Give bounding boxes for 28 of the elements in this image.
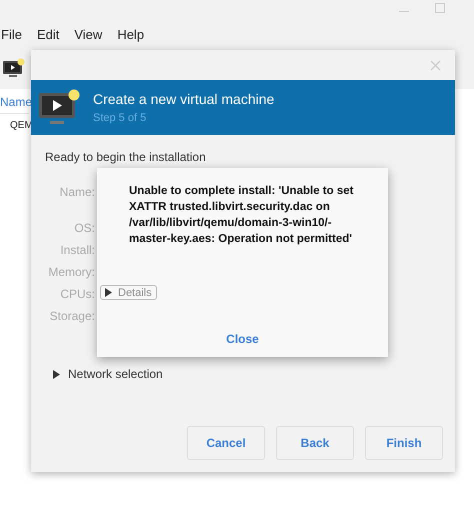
field-label: CPUs:	[60, 287, 95, 301]
field-label: Name:	[60, 185, 95, 199]
menu-item[interactable]: File	[1, 26, 22, 42]
error-message: Unable to complete install: 'Unable to set XATTR trusted.libvirt.security.dac on /var/lib/libvirt/qemu/domain-3-win10/-master-key.aes: Operation not permitted'	[128, 184, 354, 247]
menu-item[interactable]: Help	[117, 26, 144, 42]
network-expander[interactable]: Network selection	[53, 367, 443, 381]
dialog-button[interactable]: Back	[276, 426, 354, 460]
menu-item[interactable]: Edit	[36, 26, 60, 42]
expander-arrow-icon	[105, 288, 112, 297]
wizard-title: Create a new virtual machine	[93, 91, 274, 107]
dialog-button[interactable]: Finish	[365, 426, 443, 460]
maximize-icon[interactable]	[435, 3, 445, 13]
monitor-icon	[39, 88, 81, 126]
minimize-icon[interactable]	[399, 11, 409, 12]
field-label: OS:	[74, 221, 95, 235]
menu-item[interactable]: View	[74, 26, 102, 42]
dialog-button[interactable]: Cancel	[187, 426, 265, 460]
expander-arrow-icon	[53, 370, 60, 378]
close-icon[interactable]	[430, 60, 441, 70]
field-label: Storage:	[50, 309, 95, 323]
page-heading: Ready to begin the installation	[45, 150, 207, 164]
step-indicator: Step 5 of 5	[93, 112, 148, 124]
expander-label: Network selection	[68, 367, 163, 381]
monitor-icon[interactable]	[3, 58, 25, 78]
column-header[interactable]: Name	[0, 89, 29, 114]
field-label: Install:	[60, 243, 95, 257]
close-button[interactable]: Close	[216, 330, 269, 348]
field-label: Memory:	[48, 265, 95, 279]
